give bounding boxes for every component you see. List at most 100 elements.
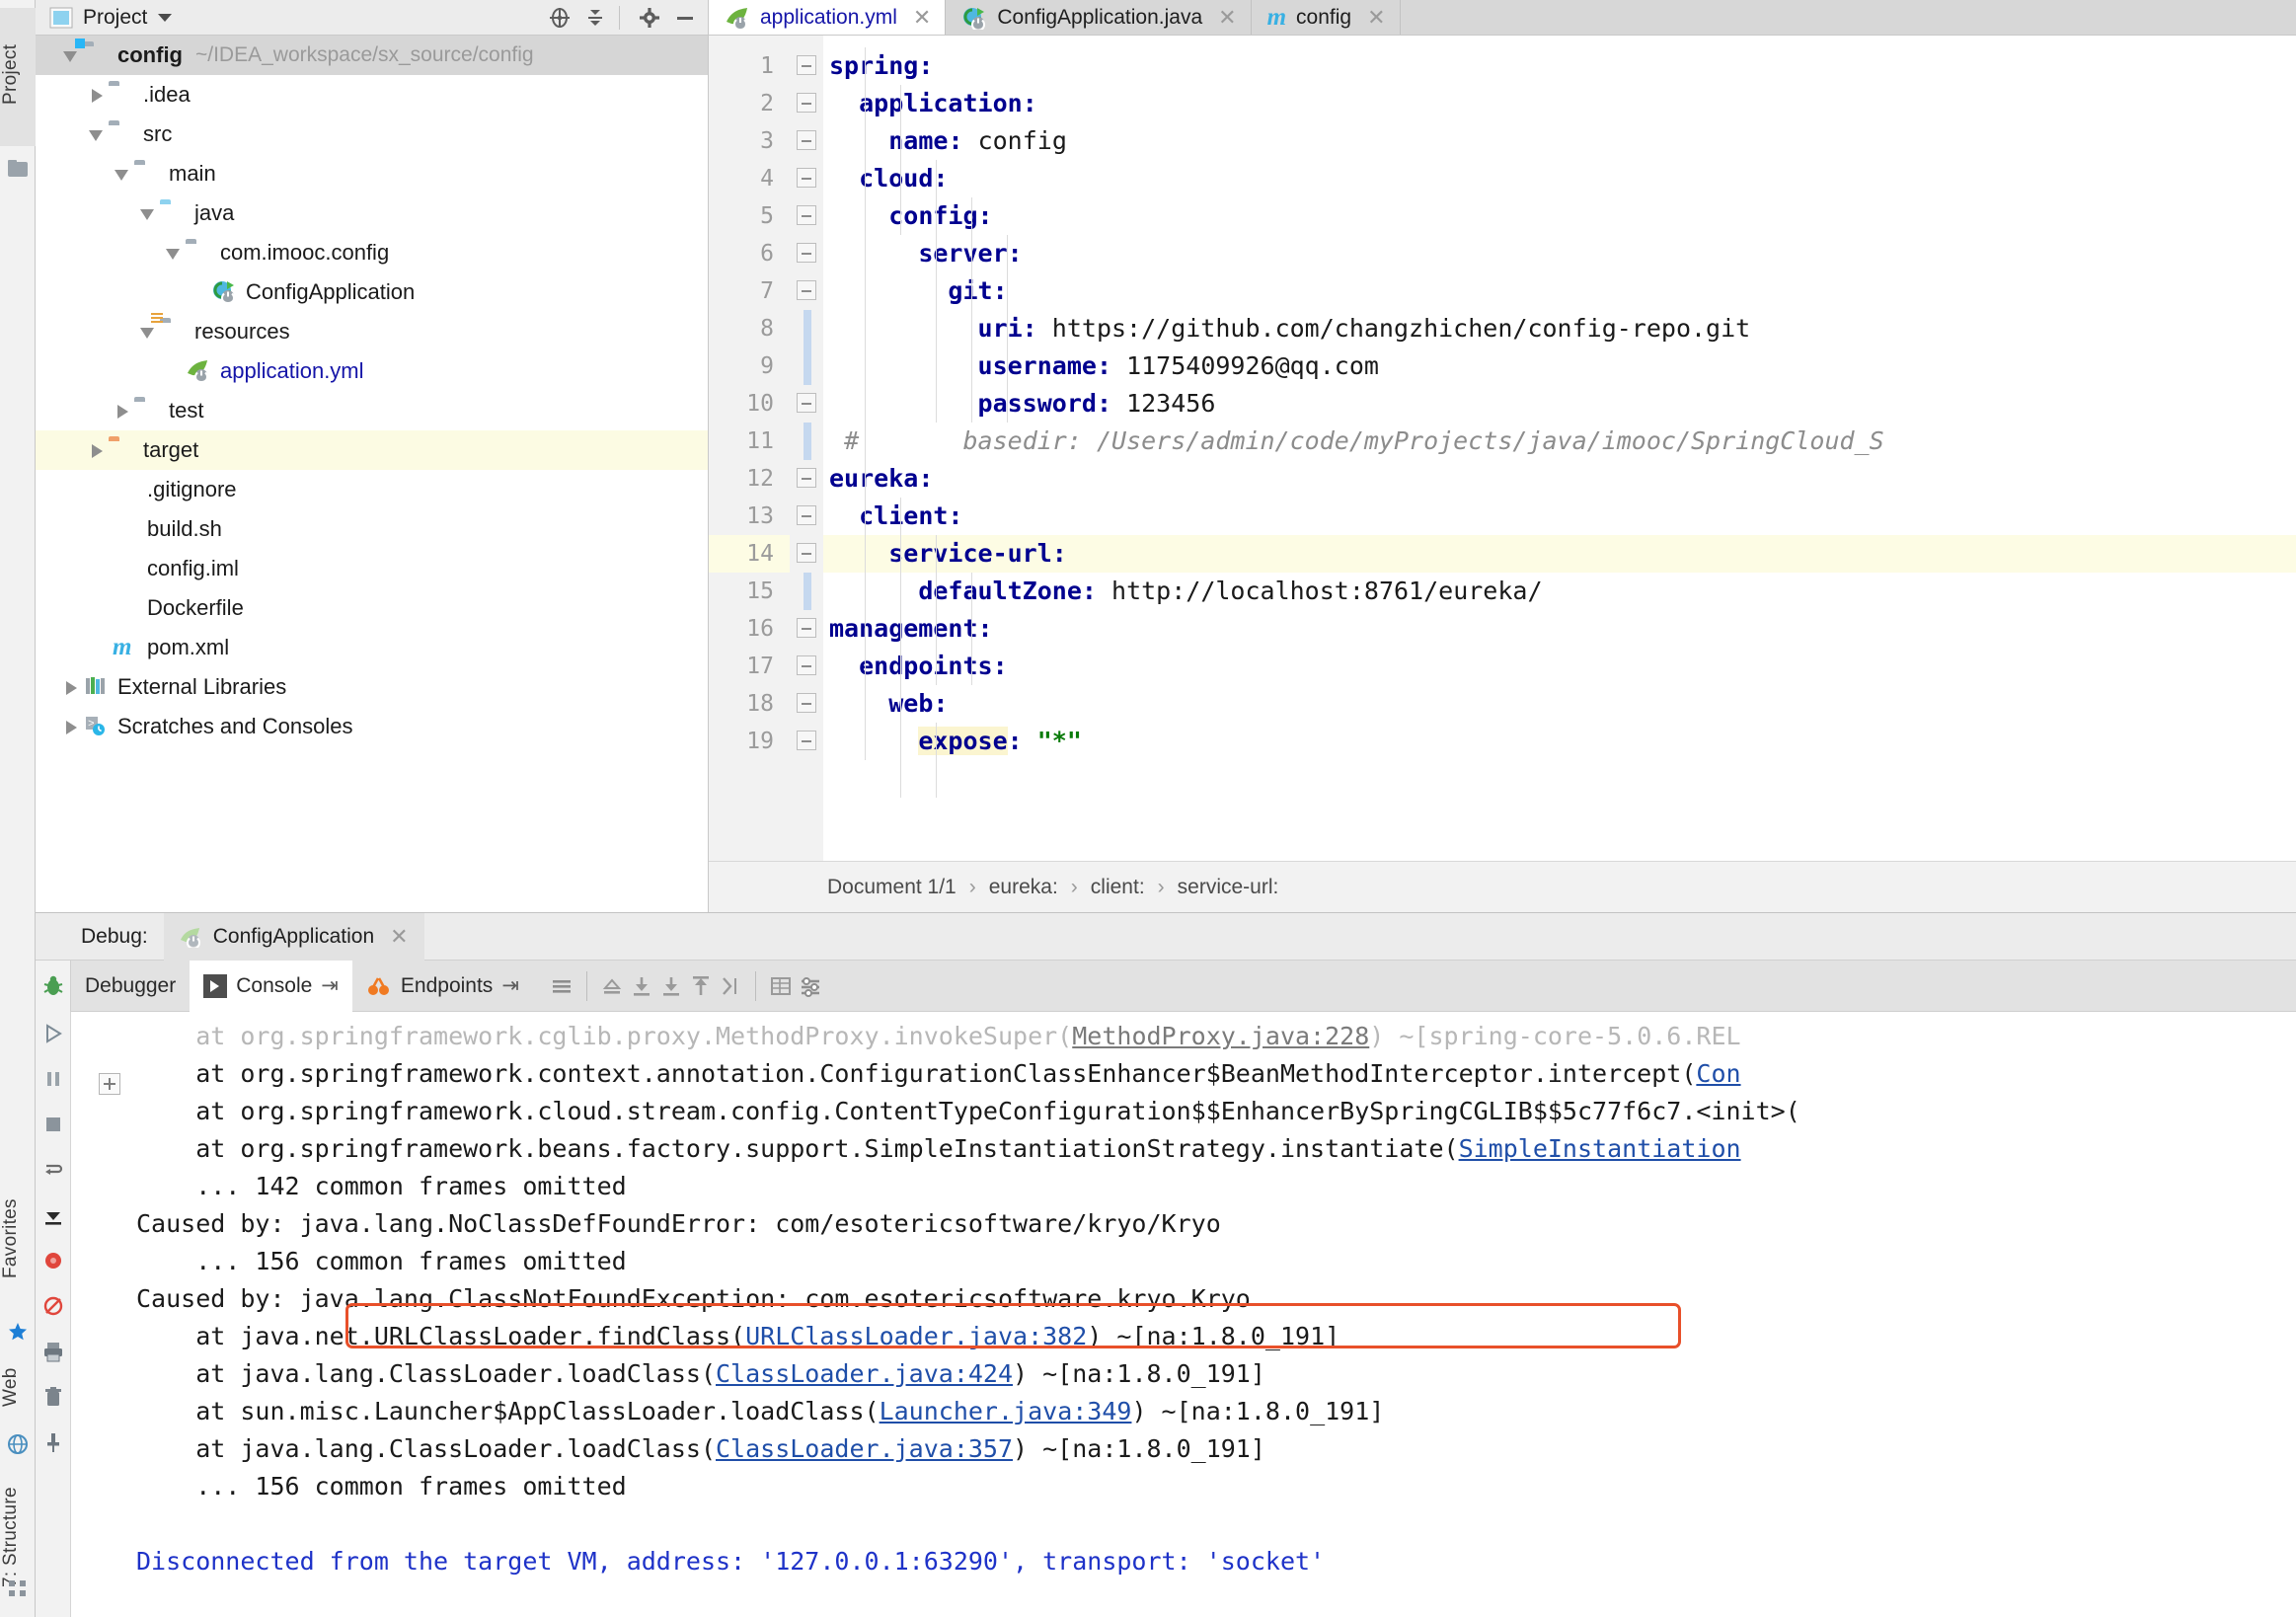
clear-all-icon[interactable] [41, 1385, 65, 1409]
pin-tab-icon[interactable]: ⇥ [321, 973, 339, 998]
hide-icon[interactable] [670, 3, 700, 33]
code-line[interactable]: application: [823, 85, 2296, 122]
console-line[interactable]: ... 156 common frames omitted [136, 1468, 2296, 1505]
tree-item-pom-xml[interactable]: m pom.xml [36, 628, 708, 667]
tree-item-dockerfile[interactable]: D Dockerfile [36, 588, 708, 628]
chevron-down-icon[interactable] [113, 164, 132, 184]
tree-item-src[interactable]: src [36, 115, 708, 154]
console-line-disconnected[interactable]: Disconnected from the target VM, address… [136, 1543, 2296, 1580]
tree-item-resources[interactable]: resources [36, 312, 708, 351]
tree-item-package-com-imooc-config[interactable]: com.imooc.config [36, 233, 708, 272]
structure-icon[interactable] [7, 1578, 29, 1599]
code-line-comment[interactable]: # basedir: /Users/admin/code/myProjects/… [823, 423, 2296, 460]
fold-marker[interactable] [790, 272, 823, 310]
editor-body[interactable]: 1 2 3 4 5 6 7 8 9 10 11 12 13 14 15 16 1 [709, 36, 2296, 861]
tree-item-configapplication[interactable]: ConfigApplication [36, 272, 708, 312]
tab-debugger[interactable]: Debugger [71, 961, 190, 1012]
chevron-right-icon[interactable] [113, 401, 132, 421]
close-icon[interactable]: ✕ [913, 6, 931, 29]
code-line[interactable]: name: config [823, 122, 2296, 160]
mute-breakpoints-icon[interactable] [41, 1294, 65, 1318]
resume-program-icon[interactable] [41, 1022, 65, 1045]
tree-item-main[interactable]: main [36, 154, 708, 193]
console-line[interactable]: at org.springframework.beans.factory.sup… [136, 1130, 2296, 1168]
close-icon[interactable]: ✕ [390, 925, 408, 948]
console-line[interactable]: ... 142 common frames omitted [136, 1168, 2296, 1205]
console-line[interactable]: Caused by: java.lang.NoClassDefFoundErro… [136, 1205, 2296, 1243]
console-body[interactable]: at org.springframework.cglib.proxy.Metho… [36, 1012, 2296, 1617]
settings-filter-icon[interactable] [796, 971, 825, 1001]
scroll-to-end-icon[interactable] [656, 971, 686, 1001]
code-line[interactable]: git: [823, 272, 2296, 310]
code-folding-gutter[interactable] [790, 36, 823, 861]
up-stack-icon[interactable] [597, 971, 627, 1001]
down-stack-icon[interactable] [627, 971, 656, 1001]
close-icon[interactable]: ✕ [1218, 6, 1236, 29]
code-line[interactable]: eureka: [823, 460, 2296, 498]
code-line[interactable]: expose: "*" [823, 723, 2296, 760]
tool-window-project[interactable]: Project [0, 8, 36, 146]
code-line[interactable]: defaultZone: http://localhost:8761/eurek… [823, 573, 2296, 610]
code-line[interactable]: web: [823, 685, 2296, 723]
console-line[interactable]: at org.springframework.cglib.proxy.Metho… [136, 1018, 2296, 1055]
tree-item-scratches-and-consoles[interactable]: > Scratches and Consoles [36, 707, 708, 746]
code-line[interactable]: password: 123456 [823, 385, 2296, 423]
chevron-down-icon[interactable] [87, 124, 107, 144]
tree-item-config-iml[interactable]: config.iml [36, 549, 708, 588]
console-line[interactable]: at org.springframework.context.annotatio… [136, 1055, 2296, 1093]
tree-item-gitignore[interactable]: .gitignore [36, 470, 708, 509]
breadcrumb-item[interactable]: Document 1/1 [827, 876, 957, 899]
fold-marker[interactable] [790, 723, 823, 760]
chevron-right-icon[interactable] [87, 85, 107, 105]
breadcrumb[interactable]: Document 1/1 › eureka: › client: › servi… [709, 861, 2296, 912]
fold-marker[interactable] [790, 160, 823, 197]
chevron-right-icon[interactable] [61, 677, 81, 697]
fold-marker[interactable] [790, 385, 823, 423]
soft-wrap-icon[interactable] [547, 971, 576, 1001]
breadcrumb-item[interactable]: eureka: [989, 876, 1058, 899]
debugger-bug-icon[interactable] [36, 960, 71, 1012]
fold-marker[interactable] [790, 498, 823, 535]
fold-marker[interactable] [790, 685, 823, 723]
tree-item-target[interactable]: target [36, 430, 708, 470]
chevron-down-icon[interactable] [138, 203, 158, 223]
breadcrumb-item[interactable]: client: [1091, 876, 1145, 899]
code-line[interactable]: uri: https://github.com/changzhichen/con… [823, 310, 2296, 347]
code-line-current[interactable]: service-url: [823, 535, 2296, 573]
locate-icon[interactable] [545, 3, 574, 33]
editor-tab-config[interactable]: m config ✕ [1251, 0, 1401, 35]
tree-item-build-sh[interactable]: build.sh [36, 509, 708, 549]
code-line[interactable]: client: [823, 498, 2296, 535]
print-icon[interactable] [41, 1340, 65, 1363]
code-line[interactable]: management: [823, 610, 2296, 648]
code-line[interactable]: spring: [823, 47, 2296, 85]
code-line[interactable]: config: [823, 197, 2296, 235]
tree-item-config[interactable]: config ~/IDEA_workspace/sx_source/config [36, 36, 708, 75]
console-fold-gutter[interactable] [71, 1012, 136, 1617]
fold-marker[interactable] [790, 610, 823, 648]
chevron-down-icon[interactable] [164, 243, 184, 263]
console-output[interactable]: at org.springframework.cglib.proxy.Metho… [136, 1012, 2296, 1617]
debug-run-config-tab[interactable]: ConfigApplication ✕ [163, 912, 424, 961]
tree-item-external-libraries[interactable]: External Libraries [36, 667, 708, 707]
stop-program-icon[interactable] [41, 1113, 65, 1136]
pin-tab-icon[interactable]: ⇥ [501, 973, 519, 998]
fold-marker[interactable] [790, 122, 823, 160]
code-line[interactable]: server: [823, 235, 2296, 272]
globe-icon[interactable] [7, 1433, 29, 1455]
collapse-all-icon[interactable] [580, 3, 610, 33]
print-table-icon[interactable] [766, 971, 796, 1001]
move-to-icon[interactable] [716, 971, 745, 1001]
tree-item-idea[interactable]: .idea [36, 75, 708, 115]
chevron-down-icon[interactable] [158, 13, 173, 22]
console-line[interactable]: at org.springframework.cloud.stream.conf… [136, 1093, 2296, 1130]
scroll-to-top-icon[interactable] [686, 971, 716, 1001]
chevron-right-icon[interactable] [61, 717, 81, 736]
breadcrumb-item[interactable]: service-url: [1178, 876, 1279, 899]
restore-layout-icon[interactable] [41, 1158, 65, 1182]
project-tree[interactable]: config ~/IDEA_workspace/sx_source/config… [36, 36, 709, 912]
tool-window-favorites[interactable]: Favorites [0, 1165, 36, 1313]
fold-marker[interactable] [790, 47, 823, 85]
expand-stacktrace-icon[interactable] [99, 1073, 120, 1095]
console-line[interactable]: ... 156 common frames omitted [136, 1243, 2296, 1280]
